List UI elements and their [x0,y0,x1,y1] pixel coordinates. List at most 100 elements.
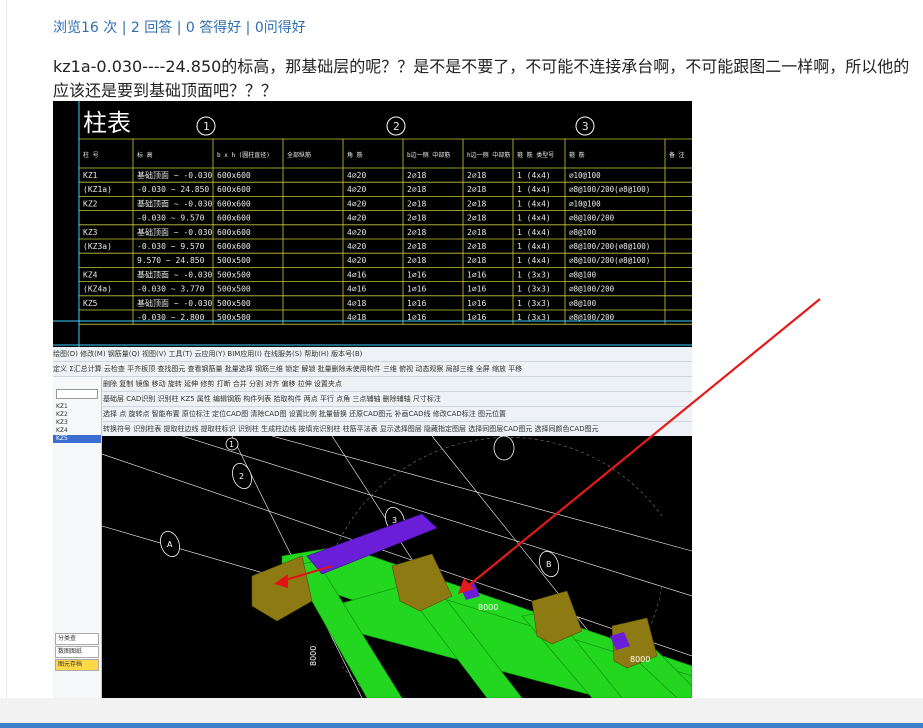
table-cell: 基础顶面 ~ -0.030 [137,298,213,308]
table-header-cell: h边一侧 中部筋 [467,151,510,159]
dimension-label: 8000 [478,603,498,612]
table-header-cell: b x h (圆柱直径) [217,151,270,159]
table-cell: 2⌀18 [407,214,426,223]
table-cell: 1 (4x4) [517,171,551,180]
horizontal-scrollbar-thumb[interactable] [0,723,923,728]
table-cell: 4⌀18 [347,299,366,308]
axis-mark-label: 2 [393,120,400,133]
table-header-cell: 全部纵筋 [287,151,311,159]
table-header-cell: b边一侧 中部筋 [407,151,450,159]
table-cell: 2⌀18 [467,199,486,208]
table-cell: 4⌀20 [347,242,366,251]
toolbar-modify[interactable]: 删除 复制 镜像 移动 旋转 延伸 修剪 打断 合并 分割 对齐 偏移 拉伸 设… [103,377,692,392]
table-cell: ⌀8@100 [569,299,597,308]
question-stats: 浏览16 次 | 2 回答 | 0 答得好 | 0问得好 [53,17,306,37]
table-cell: 2⌀18 [467,214,486,223]
table-cell: 4⌀20 [347,199,366,208]
table-cell: 2⌀18 [467,228,486,237]
side-list-item[interactable]: KZ3 [53,419,101,427]
table-cell: ⌀8@100/200(⌀8@100) [569,242,650,251]
table-cell: (KZ4a) [83,285,112,294]
table-cell: 2⌀18 [467,242,486,251]
table-cell: ⌀8@100/200 [569,214,615,223]
grid-axis-label: B [546,560,552,569]
side-list-item[interactable]: KZ1 [53,403,101,411]
table-cell: 1⌀16 [407,285,426,294]
toolbar-main[interactable]: 定义 Σ汇总计算 云检查 平齐板顶 查找图元 查看钢筋量 批量选择 钢筋三维 锁… [53,362,692,377]
table-cell: 1 (4x4) [517,242,551,251]
grid-axis-label: A [167,540,173,549]
views-count: 浏览16 次 [53,20,118,36]
table-cell: 600x600 [217,199,251,208]
side-tab[interactable]: 分类查 [55,633,99,645]
table-cell: 1 (3x3) [517,270,551,279]
table-cell: 2⌀18 [407,256,426,265]
table-cell: 600x600 [217,185,251,194]
side-list-item[interactable]: KZ2 [53,411,101,419]
stats-separator: | [172,20,186,36]
question-text: kz1a-0.030----24.850的标高，那基础层的呢？？是不是不要了，不… [53,57,910,100]
table-header-cell: 角 筋 [347,151,363,159]
side-tab[interactable]: 数图图纸 [55,646,99,658]
grid-axis-label: 1 [229,440,234,449]
table-cell: (KZ3a) [83,242,112,251]
table-cell: 基础顶面 ~ -0.030 [137,198,213,208]
side-tab[interactable]: 图元存档 [55,659,99,671]
table-cell: KZ5 [83,299,98,308]
table-cell: ⌀8@100 [569,228,597,237]
table-cell: ⌀10@100 [569,199,601,208]
table-cell: 基础顶面 ~ -0.030 [137,269,213,279]
side-search-input[interactable] [56,389,98,399]
table-cell: 9.570 ~ 24.850 [137,256,205,265]
good-questions-count: 0问得好 [254,20,306,36]
axis-mark-label: 3 [582,120,589,133]
side-list-item[interactable]: KZ5 [53,435,101,443]
table-cell: 500x500 [217,256,251,265]
table-cell: -0.030 ~ 9.570 [137,242,205,251]
table-cell: 1 (3x3) [517,299,551,308]
table-cell: 1 (4x4) [517,228,551,237]
table-cell: 4⌀20 [347,228,366,237]
table-cell: 2⌀18 [467,256,486,265]
table-header-cell: 标 高 [137,151,153,159]
toolbar-cad[interactable]: 选择 点 旋转点 智能布置 原位标注 定位CAD图 清除CAD图 设置比例 批量… [103,407,692,422]
table-cell: KZ4 [83,270,98,279]
table-cell: ⌀8@100/200 [569,285,615,294]
stats-separator: | [117,20,131,36]
side-list-item[interactable]: KZ4 [53,427,101,435]
toolbar-layer[interactable]: 基础层 CAD识别 识别柱 KZ5 属性 编辑钢筋 构件列表 拾取构件 两点 平… [103,392,692,407]
table-cell: 1 (4x4) [517,214,551,223]
axis-mark-label: 1 [203,120,210,133]
column-table-image: 柱表 1 2 3 柱 号 标 高 b x h (圆柱直径) 全部纵筋 角 筋 b边一侧 中部筋… [53,101,692,351]
table-cell: 1 (4x4) [517,199,551,208]
side-panel: KZ1 KZ2 KZ3 KZ4 KZ5 分类查 数图图纸 图元存档 [53,377,102,698]
table-cell: 1⌀16 [407,299,426,308]
table-cell: -0.030 ~ 24.850 [137,185,209,194]
table-cell: 基础顶面 ~ -0.030 [137,227,213,237]
table-cell: 4⌀20 [347,256,366,265]
menu-bar[interactable]: 绘图(D) 修改(M) 钢筋量(Q) 视图(V) 工具(T) 云应用(Y) BI… [53,347,692,362]
table-header-cell: 柱 号 [83,151,99,159]
table-cell: 4⌀20 [347,185,366,194]
table-cell: 600x600 [217,242,251,251]
table-header-cell: 箍 筋 类型号 [517,151,554,159]
table-cell: 500x500 [217,285,251,294]
table-cell: KZ1 [83,171,98,180]
table-cell: 基础顶面 ~ -0.030 [137,170,213,180]
table-header-cell: 备 注 [669,151,685,159]
app-screenshot: 绘图(D) 修改(M) 钢筋量(Q) 视图(V) 工具(T) 云应用(Y) BI… [53,347,692,698]
table-cell: 2⌀18 [467,185,486,194]
table-cell: 500x500 [217,270,251,279]
grid-axis-label: 2 [239,472,244,481]
table-cell: 4⌀16 [347,285,366,294]
table-cell: 2⌀18 [407,185,426,194]
question-image[interactable]: 柱表 1 2 3 柱 号 标 高 b x h (圆柱直径) 全部纵筋 角 筋 b边一侧 中部筋… [53,101,692,698]
toolbar-recognize[interactable]: 转换符号 识别柱表 提取柱边线 提取柱标识 识别柱 生成柱边线 按填充识别柱 柱… [103,422,692,437]
drawing-canvas[interactable]: 123BA 800080008000 [102,436,692,698]
table-cell: 600x600 [217,171,251,180]
table-cell: 2⌀18 [407,242,426,251]
table-cell: 2⌀18 [407,228,426,237]
answers-count[interactable]: 2 回答 [131,20,172,36]
dimension-label: 8000 [309,646,318,666]
table-cell: 500x500 [217,299,251,308]
